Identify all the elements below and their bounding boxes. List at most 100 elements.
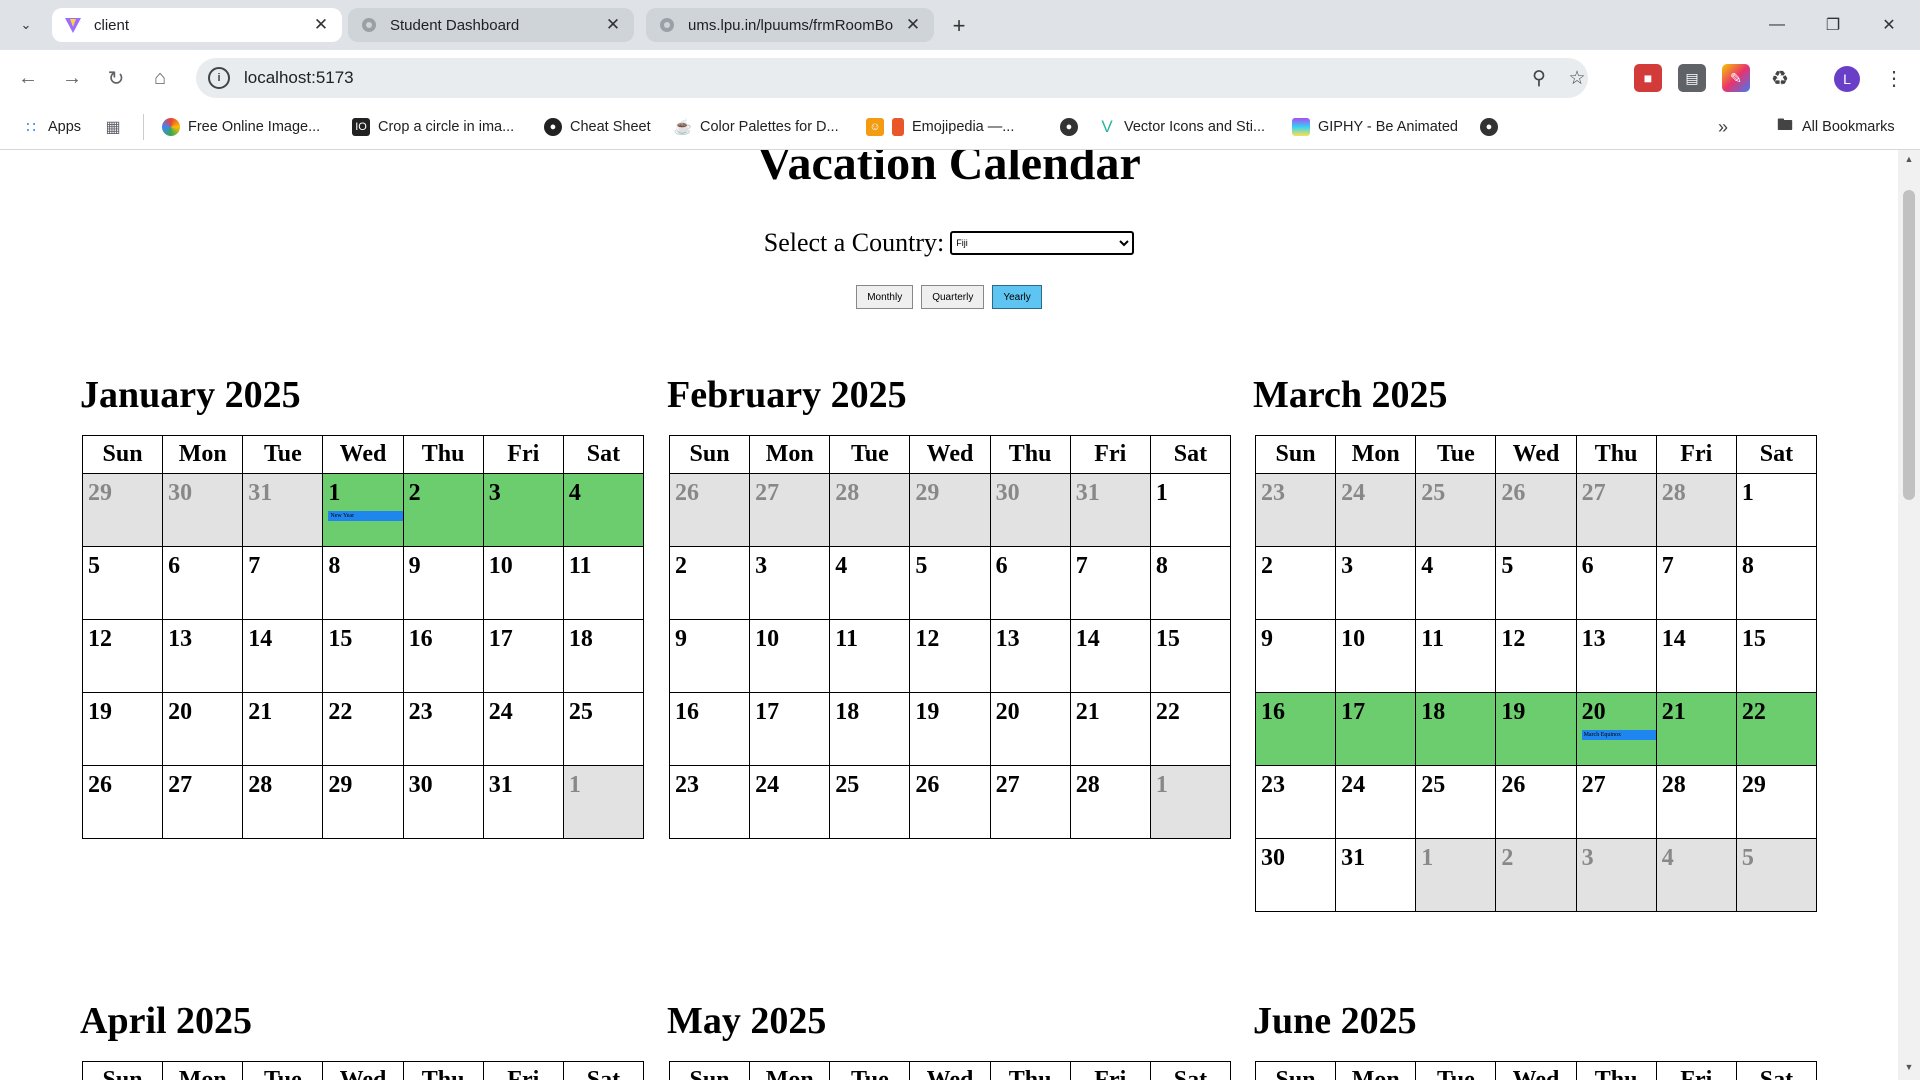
- bookmark-color-palettes[interactable]: ☕ Color Palettes for D...: [674, 114, 839, 140]
- day-cell[interactable]: 30: [162, 473, 244, 547]
- day-cell[interactable]: 28: [1069, 765, 1151, 839]
- day-cell[interactable]: 20: [989, 692, 1071, 766]
- profile-avatar[interactable]: L: [1834, 66, 1860, 92]
- day-cell[interactable]: 1: [562, 765, 645, 839]
- menu-dots-icon[interactable]: ⋮: [1880, 64, 1908, 92]
- day-cell[interactable]: 2: [1254, 546, 1337, 620]
- day-cell[interactable]: 27: [989, 765, 1071, 839]
- day-cell[interactable]: 13: [162, 619, 244, 693]
- day-cell[interactable]: 28: [1655, 473, 1737, 547]
- day-cell[interactable]: 23: [1254, 473, 1337, 547]
- day-cell[interactable]: 9: [668, 619, 751, 693]
- day-cell[interactable]: 7: [1655, 546, 1737, 620]
- day-cell[interactable]: 27: [1575, 473, 1657, 547]
- day-cell[interactable]: 4: [1655, 838, 1737, 912]
- day-cell[interactable]: 12: [1495, 619, 1577, 693]
- bookmark-grid[interactable]: ▦: [104, 114, 130, 140]
- extension-red-icon[interactable]: ■: [1634, 64, 1662, 92]
- minimize-icon[interactable]: —: [1754, 8, 1800, 42]
- day-cell[interactable]: 27: [162, 765, 244, 839]
- day-cell[interactable]: 23: [668, 765, 751, 839]
- holiday-event-label[interactable]: March Equinox: [1581, 730, 1664, 740]
- extensions-puzzle-icon[interactable]: ♻: [1766, 64, 1794, 92]
- day-cell[interactable]: 22: [322, 692, 404, 766]
- day-cell[interactable]: 24: [482, 692, 564, 766]
- day-cell[interactable]: 23: [402, 692, 484, 766]
- day-cell[interactable]: 2: [668, 546, 751, 620]
- reload-icon[interactable]: ↻: [100, 62, 132, 94]
- day-cell[interactable]: 4: [1415, 546, 1497, 620]
- day-cell[interactable]: 10: [749, 619, 831, 693]
- day-cell[interactable]: 20: [162, 692, 244, 766]
- day-cell[interactable]: 3: [1575, 838, 1657, 912]
- bookmark-giphy[interactable]: GIPHY - Be Animated: [1292, 114, 1458, 140]
- scroll-up-arrow-icon[interactable]: ▲: [1902, 154, 1916, 168]
- day-cell[interactable]: 21: [1069, 692, 1151, 766]
- day-cell[interactable]: 18: [1415, 692, 1497, 766]
- holiday-event-label[interactable]: New Year: [328, 511, 411, 521]
- day-cell[interactable]: 3: [1335, 546, 1417, 620]
- day-cell[interactable]: 17: [482, 619, 564, 693]
- day-cell[interactable]: 26: [909, 765, 991, 839]
- extension-color-picker-icon[interactable]: ✎: [1722, 64, 1750, 92]
- day-cell[interactable]: 8: [1735, 546, 1818, 620]
- day-cell[interactable]: 11: [1415, 619, 1497, 693]
- day-cell[interactable]: 4: [829, 546, 911, 620]
- bookmark-all-bookmarks[interactable]: 🖿 All Bookmarks: [1776, 114, 1895, 140]
- day-cell[interactable]: 8: [322, 546, 404, 620]
- day-cell[interactable]: 23: [1254, 765, 1337, 839]
- day-cell[interactable]: 2: [402, 473, 484, 547]
- day-cell[interactable]: 27: [749, 473, 831, 547]
- day-cell[interactable]: 25: [562, 692, 645, 766]
- day-cell[interactable]: 25: [829, 765, 911, 839]
- bookmark-emojipedia[interactable]: ☺ Emojipedia —...: [866, 114, 1014, 140]
- day-cell[interactable]: 8: [1149, 546, 1232, 620]
- day-cell[interactable]: 17: [1335, 692, 1417, 766]
- site-info-icon[interactable]: i: [208, 67, 230, 89]
- day-cell[interactable]: 7: [1069, 546, 1151, 620]
- day-cell[interactable]: 10: [1335, 619, 1417, 693]
- close-icon[interactable]: ✕: [904, 15, 922, 34]
- day-cell[interactable]: 27: [1575, 765, 1657, 839]
- day-cell[interactable]: 28: [829, 473, 911, 547]
- bookmark-apps[interactable]: ∷ Apps: [22, 114, 81, 140]
- bookmark-star-icon[interactable]: ☆: [1566, 67, 1588, 89]
- address-bar[interactable]: i localhost:5173 ⚲ ☆: [196, 58, 1588, 98]
- day-cell[interactable]: 26: [668, 473, 751, 547]
- tab-student-dashboard[interactable]: Student Dashboard ✕: [348, 8, 634, 42]
- day-cell[interactable]: 18: [829, 692, 911, 766]
- bookmark-cheat-sheet[interactable]: ● Cheat Sheet: [544, 114, 651, 140]
- day-cell[interactable]: 21: [242, 692, 324, 766]
- day-cell[interactable]: 9: [402, 546, 484, 620]
- day-cell[interactable]: 12: [81, 619, 164, 693]
- day-cell[interactable]: 21: [1655, 692, 1737, 766]
- day-cell[interactable]: 13: [1575, 619, 1657, 693]
- day-cell[interactable]: 1 New Year: [322, 473, 411, 547]
- day-cell[interactable]: 5: [1495, 546, 1577, 620]
- day-cell[interactable]: 22: [1735, 692, 1818, 766]
- url-text[interactable]: localhost:5173: [244, 68, 354, 88]
- bookmark-globe[interactable]: ●: [1060, 114, 1086, 140]
- day-cell[interactable]: 1: [1415, 838, 1497, 912]
- day-cell[interactable]: 1: [1149, 765, 1232, 839]
- new-tab-plus-icon[interactable]: +: [944, 11, 974, 41]
- more-bookmarks-chevron-icon[interactable]: »: [1718, 114, 1728, 140]
- country-select[interactable]: Fiji: [950, 231, 1135, 255]
- day-cell[interactable]: 26: [1495, 765, 1577, 839]
- yearly-button[interactable]: Yearly: [992, 285, 1042, 309]
- day-cell[interactable]: 24: [1335, 473, 1417, 547]
- bookmark-globe-2[interactable]: ●: [1480, 114, 1506, 140]
- day-cell[interactable]: 25: [1415, 765, 1497, 839]
- day-cell[interactable]: 1: [1735, 473, 1818, 547]
- scroll-down-arrow-icon[interactable]: ▼: [1902, 1062, 1916, 1076]
- day-cell[interactable]: 17: [749, 692, 831, 766]
- day-cell[interactable]: 2: [1495, 838, 1577, 912]
- day-cell[interactable]: 6: [162, 546, 244, 620]
- day-cell[interactable]: 26: [1495, 473, 1577, 547]
- quarterly-button[interactable]: Quarterly: [921, 285, 985, 309]
- day-cell[interactable]: 15: [1149, 619, 1232, 693]
- day-cell[interactable]: 24: [1335, 765, 1417, 839]
- day-cell[interactable]: 15: [1735, 619, 1818, 693]
- day-cell[interactable]: 29: [909, 473, 991, 547]
- day-cell[interactable]: 29: [322, 765, 404, 839]
